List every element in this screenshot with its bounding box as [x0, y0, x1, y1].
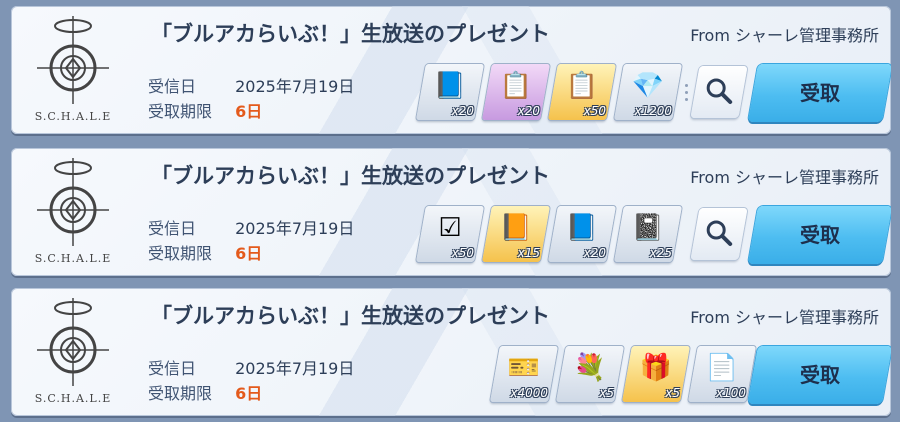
- mail-card: S.C.H.A.L.E 「ブルアカらいぶ！」生放送のプレゼント From シャー…: [11, 148, 891, 276]
- search-button[interactable]: [690, 208, 748, 260]
- mail-title: 「ブルアカらいぶ！」生放送のプレゼント: [151, 22, 550, 46]
- more-dots-icon: [685, 84, 689, 105]
- received-row: 受信日 2025年7月19日: [148, 73, 354, 97]
- reward-item[interactable]: 📋 x50: [548, 64, 616, 120]
- mail-title: 「ブルアカらいぶ！」生放送のプレゼント: [151, 304, 550, 328]
- deadline-value: 6日: [235, 384, 263, 403]
- reward-item[interactable]: ☑ x50: [416, 206, 484, 262]
- schale-logo: S.C.H.A.L.E: [29, 298, 117, 410]
- logo-text: S.C.H.A.L.E: [34, 392, 112, 405]
- reward-item[interactable]: 📘 x20: [416, 64, 484, 120]
- item-quantity: x100: [715, 386, 746, 400]
- receive-button[interactable]: 受取: [747, 206, 891, 264]
- item-quantity: x50: [583, 104, 606, 118]
- logo-text: S.C.H.A.L.E: [34, 252, 112, 265]
- checkbox-ticket-icon: ☑: [438, 213, 462, 243]
- deadline-value: 6日: [235, 244, 263, 263]
- item-quantity: x15: [517, 246, 540, 260]
- reward-item[interactable]: 💎 x1200: [614, 64, 682, 120]
- mail-list: S.C.H.A.L.E 「ブルアカらいぶ！」生放送のプレゼント From シャー…: [0, 0, 900, 422]
- pyroxene-icon: 💎: [631, 71, 665, 101]
- stamina-card-icon: 📄: [705, 353, 739, 383]
- reward-item[interactable]: 🎫 x4000: [490, 346, 558, 402]
- item-quantity: x20: [517, 104, 540, 118]
- deadline-label: 受取期限: [148, 244, 213, 263]
- received-label: 受信日: [148, 77, 197, 96]
- deadline-row: 受取期限 6日: [148, 240, 262, 264]
- item-quantity: x5: [599, 386, 614, 400]
- mail-sender: From シャーレ管理事務所: [690, 308, 879, 327]
- schale-logo: S.C.H.A.L.E: [29, 158, 117, 270]
- reward-item[interactable]: 💐 x5: [556, 346, 624, 402]
- received-date: 2025年7月19日: [235, 77, 355, 96]
- item-quantity: x50: [451, 246, 474, 260]
- receive-button[interactable]: 受取: [747, 346, 891, 404]
- reward-item[interactable]: 📘 x20: [548, 206, 616, 262]
- gold-report-icon: 📋: [565, 71, 599, 101]
- blue-skill-book-icon: 📘: [565, 213, 599, 243]
- reward-item[interactable]: 📓 x25: [614, 206, 682, 262]
- deadline-label: 受取期限: [148, 384, 213, 403]
- bouquet-icon: 💐: [573, 353, 607, 383]
- deadline-row: 受取期限 6日: [148, 380, 262, 404]
- silver-skill-book-icon: 📓: [631, 213, 665, 243]
- mail-title: 「ブルアカらいぶ！」生放送のプレゼント: [151, 164, 550, 188]
- receive-button-label: 受取: [800, 363, 840, 387]
- magnifier-icon: [706, 220, 733, 246]
- search-button[interactable]: [690, 66, 748, 118]
- received-row: 受信日 2025年7月19日: [148, 355, 354, 379]
- ticket-icon: 🎫: [507, 353, 541, 383]
- item-quantity: x5: [665, 386, 680, 400]
- silver-report-icon: 📘: [433, 71, 467, 101]
- mail-sender: From シャーレ管理事務所: [690, 26, 879, 45]
- item-quantity: x20: [451, 104, 474, 118]
- magnifier-icon: [706, 78, 733, 104]
- deadline-label: 受取期限: [148, 102, 213, 121]
- received-date: 2025年7月19日: [235, 359, 355, 378]
- receive-button-label: 受取: [800, 223, 840, 247]
- item-quantity: x1200: [634, 104, 672, 118]
- item-quantity: x20: [583, 246, 606, 260]
- deadline-value: 6日: [235, 102, 263, 121]
- received-label: 受信日: [148, 359, 197, 378]
- received-row: 受信日 2025年7月19日: [148, 215, 354, 239]
- logo-text: S.C.H.A.L.E: [34, 110, 112, 123]
- mail-card: S.C.H.A.L.E 「ブルアカらいぶ！」生放送のプレゼント From シャー…: [11, 6, 891, 134]
- reward-item[interactable]: 📋 x20: [482, 64, 550, 120]
- reward-item[interactable]: 🎁 x5: [622, 346, 690, 402]
- schale-logo: S.C.H.A.L.E: [29, 16, 117, 128]
- received-date: 2025年7月19日: [235, 219, 355, 238]
- purple-report-icon: 📋: [499, 71, 533, 101]
- deadline-row: 受取期限 6日: [148, 98, 262, 122]
- item-quantity: x25: [649, 246, 672, 260]
- gift-box-icon: 🎁: [639, 353, 673, 383]
- gold-skill-book-icon: 📙: [499, 213, 533, 243]
- item-quantity: x4000: [510, 386, 548, 400]
- received-label: 受信日: [148, 219, 197, 238]
- reward-item[interactable]: 📙 x15: [482, 206, 550, 262]
- mail-sender: From シャーレ管理事務所: [690, 168, 879, 187]
- reward-item[interactable]: 📄 x100: [688, 346, 756, 402]
- receive-button-label: 受取: [800, 81, 840, 105]
- mail-card: S.C.H.A.L.E 「ブルアカらいぶ！」生放送のプレゼント From シャー…: [11, 288, 891, 416]
- receive-button[interactable]: 受取: [747, 64, 891, 122]
